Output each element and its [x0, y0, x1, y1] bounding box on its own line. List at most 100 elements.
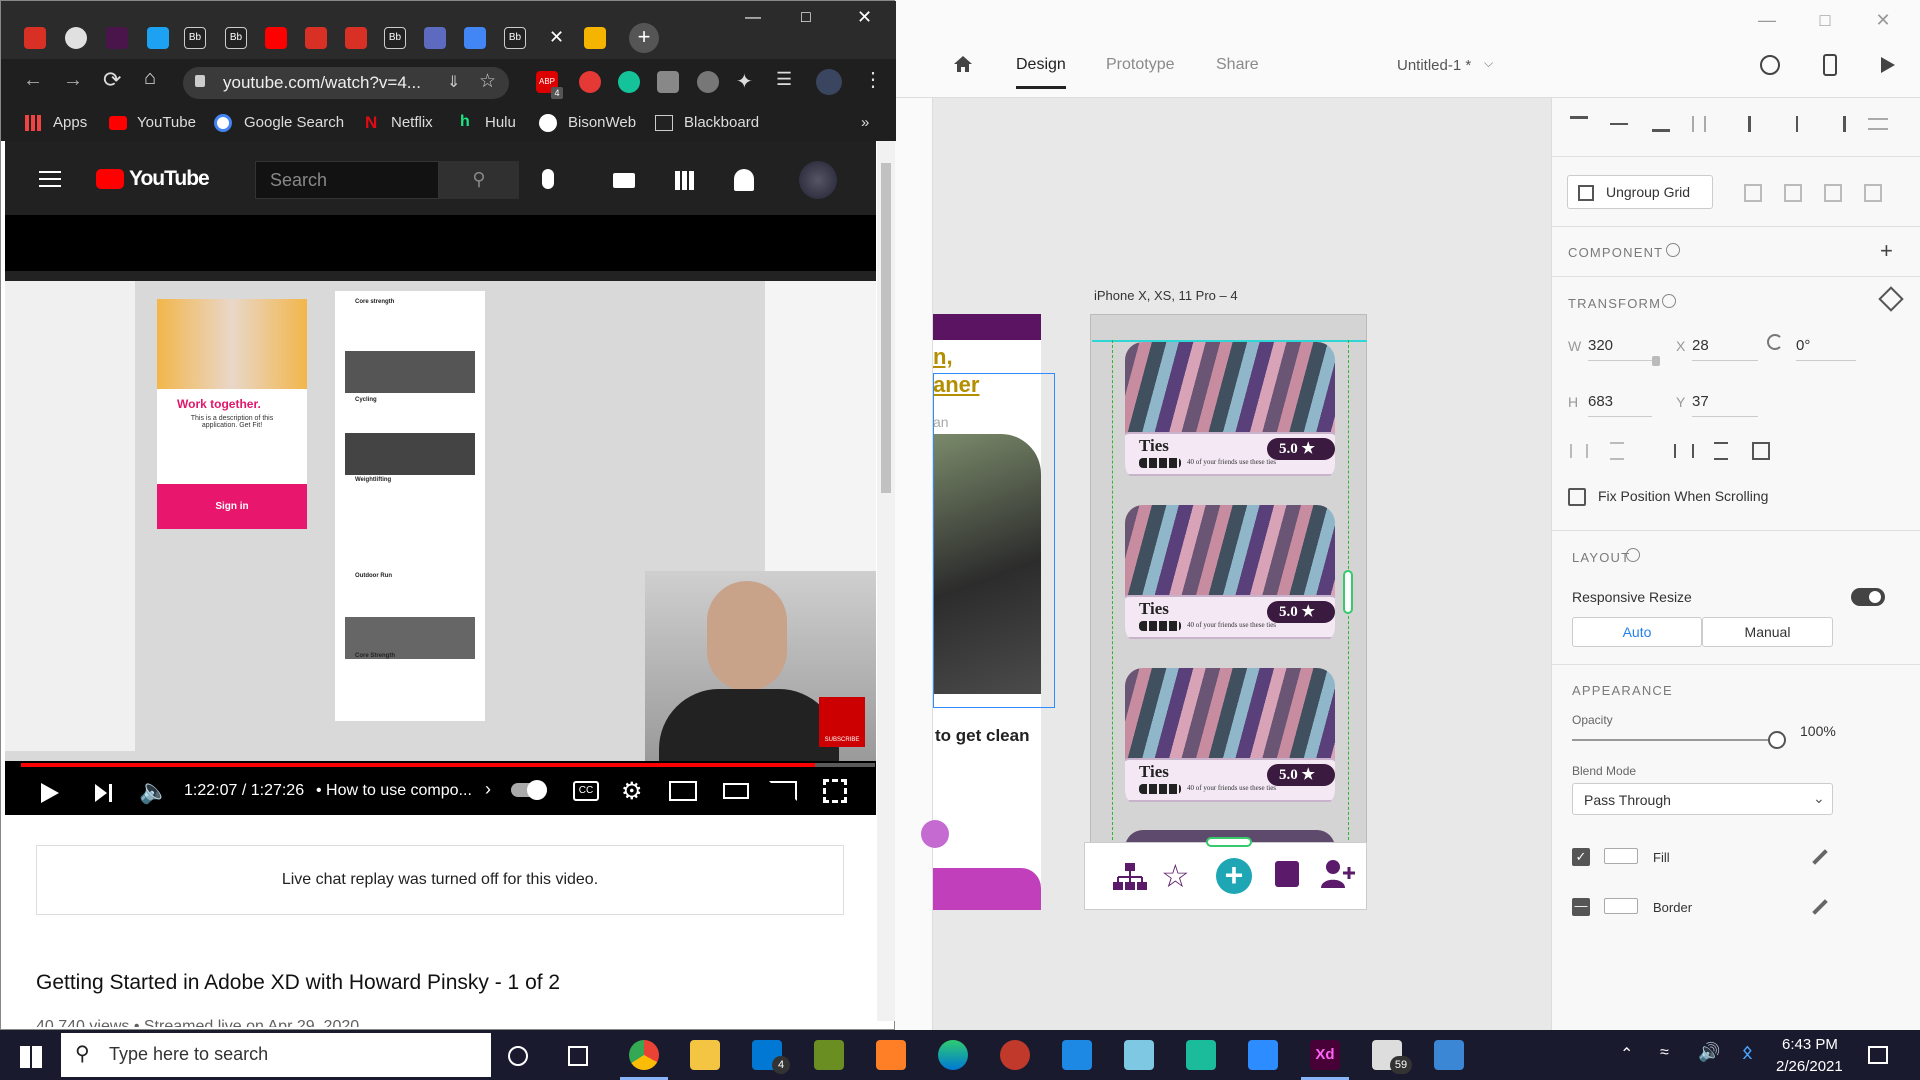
align-left-icon[interactable] [1748, 116, 1766, 132]
height-field[interactable]: 683 [1588, 393, 1652, 417]
netflix-icon[interactable]: N [365, 113, 377, 133]
youtube-search-input[interactable]: Search [255, 161, 439, 199]
slider-thumb[interactable] [1768, 731, 1786, 749]
stop-icon[interactable] [579, 71, 601, 93]
fix-position-checkbox[interactable] [1568, 488, 1586, 506]
hulu-icon[interactable]: h [460, 113, 470, 131]
flip-horizontal-icon[interactable] [1570, 444, 1588, 458]
lock-aspect-icon[interactable] [1652, 356, 1660, 366]
bisonweb-icon[interactable] [539, 114, 557, 132]
task-view-icon[interactable] [568, 1046, 588, 1066]
clock-date[interactable]: 2/26/2021 [1776, 1058, 1843, 1075]
youtube-logo-icon[interactable] [96, 169, 124, 189]
tie-card[interactable]: Ties 5.0 ★ 40 of your friends use these … [1125, 342, 1335, 482]
create-video-icon[interactable] [613, 173, 635, 188]
opacity-slider[interactable] [1572, 731, 1786, 749]
width-field[interactable]: 320 [1588, 337, 1652, 361]
add-component-button[interactable]: + [1880, 238, 1893, 264]
gmail-tab-icon[interactable] [24, 27, 46, 49]
play-button[interactable] [39, 781, 61, 809]
manual-button[interactable]: Manual [1702, 617, 1833, 647]
blackboard-icon[interactable] [655, 115, 673, 131]
opacity-value[interactable]: 100% [1800, 723, 1836, 739]
bookmark-apps[interactable]: Apps [53, 114, 87, 131]
progress-track[interactable] [21, 763, 875, 767]
edge-icon[interactable] [938, 1040, 968, 1070]
home-icon[interactable]: ⌂ [144, 67, 156, 90]
chapter-title[interactable]: • How to use compo... [316, 782, 472, 800]
y-field[interactable]: 37 [1692, 393, 1758, 417]
bookmark-youtube[interactable]: YouTube [137, 114, 196, 131]
boolean-add-icon[interactable] [1744, 184, 1762, 202]
globe-tab-icon[interactable] [65, 27, 87, 49]
calendar-icon[interactable] [1275, 861, 1299, 887]
align-bottom-icon[interactable] [1652, 116, 1670, 132]
reload-icon[interactable]: ⟳ [103, 67, 121, 93]
app-icon[interactable] [1000, 1040, 1030, 1070]
boolean-intersect-icon[interactable] [1824, 184, 1842, 202]
bookmark-hulu[interactable]: Hulu [485, 114, 516, 131]
bookmark-bisonweb[interactable]: BisonWeb [568, 114, 636, 131]
volume-icon[interactable]: 🔊 [1698, 1042, 1720, 1063]
extension-icon[interactable] [657, 71, 679, 93]
grammarly-icon[interactable] [618, 71, 640, 93]
apps-grid-icon[interactable] [675, 171, 694, 190]
chevron-down-icon[interactable]: ⌵ [1484, 56, 1493, 71]
app-icon[interactable] [1124, 1040, 1154, 1070]
app-icon[interactable] [814, 1040, 844, 1070]
windows-start-icon[interactable] [20, 1046, 42, 1068]
ungroup-grid-button[interactable]: Ungroup Grid [1567, 175, 1713, 209]
list-tab-icon[interactable] [424, 27, 446, 49]
bookmark-google-search[interactable]: Google Search [244, 114, 344, 131]
close-button[interactable]: ✕ [857, 7, 872, 28]
responsive-resize-toggle[interactable] [1851, 588, 1885, 606]
scrollbar-thumb[interactable] [881, 163, 891, 493]
blackboard-tab-icon[interactable]: Bb [225, 27, 247, 49]
distribute-vertical-icon[interactable] [1692, 116, 1706, 132]
adobe-xd-icon[interactable]: Xd [1310, 1040, 1340, 1070]
next-button[interactable] [93, 782, 115, 808]
boolean-subtract-icon[interactable] [1784, 184, 1802, 202]
gmail-tab-icon[interactable] [305, 27, 327, 49]
puzzle-icon[interactable]: ✦ [736, 69, 753, 94]
maximize-button[interactable]: □ [801, 9, 811, 27]
subscribe-badge[interactable]: SUBSCRIBE [819, 697, 865, 747]
cortana-icon[interactable] [508, 1046, 528, 1066]
app-icon[interactable] [876, 1040, 906, 1070]
search-button[interactable]: ⚲ [439, 161, 519, 199]
fill-checkbox[interactable]: ✓ [1572, 848, 1590, 866]
youtube-logo-text[interactable]: YouTube [129, 167, 210, 191]
cast-icon[interactable] [769, 781, 797, 801]
border-checkbox[interactable]: — [1572, 898, 1590, 916]
taskbar-search-box[interactable]: ⚲ Type here to search [61, 1033, 491, 1077]
artboard-label[interactable]: iPhone X, XS, 11 Pro – 4 [1094, 288, 1238, 303]
align-middle-icon[interactable] [1610, 116, 1628, 132]
blackboard-tab-icon[interactable]: Bb [184, 27, 206, 49]
omnibox[interactable]: youtube.com/watch?v=4... ⇓ ☆ [183, 67, 509, 99]
space-vertical-icon[interactable] [1714, 442, 1728, 460]
settings-gear-icon[interactable]: ⚙ [621, 777, 643, 806]
new-tab-button[interactable]: + [629, 23, 659, 53]
align-top-icon[interactable] [1570, 116, 1588, 132]
slack-tab-icon[interactable] [106, 27, 128, 49]
docs-tab-icon[interactable] [464, 27, 486, 49]
bookmarks-overflow[interactable]: » [861, 114, 869, 131]
media-icon[interactable]: ☰ [776, 69, 792, 90]
wifi-icon[interactable]: ≈ [1660, 1044, 1669, 1062]
add-user-icon[interactable] [1321, 859, 1355, 893]
bookmark-star-icon[interactable]: ☆ [479, 70, 496, 93]
fullscreen-icon[interactable] [823, 779, 847, 803]
notifications-icon[interactable] [734, 169, 754, 191]
theater-mode-icon[interactable] [723, 783, 749, 799]
document-title[interactable]: Untitled-1 * [1397, 57, 1471, 74]
account-avatar[interactable] [799, 161, 837, 199]
install-icon[interactable]: ⇓ [447, 72, 460, 92]
extension-icon[interactable] [697, 71, 719, 93]
3d-transform-icon[interactable] [1878, 286, 1904, 312]
notification-icon[interactable] [1868, 1046, 1888, 1064]
volume-icon[interactable]: 🔈 [139, 777, 169, 806]
bluetooth-icon[interactable]: ᛟ [1742, 1042, 1753, 1063]
file-explorer-icon[interactable] [690, 1040, 720, 1070]
tab-prototype[interactable]: Prototype [1106, 56, 1174, 74]
chevron-right-icon[interactable]: › [485, 779, 491, 800]
